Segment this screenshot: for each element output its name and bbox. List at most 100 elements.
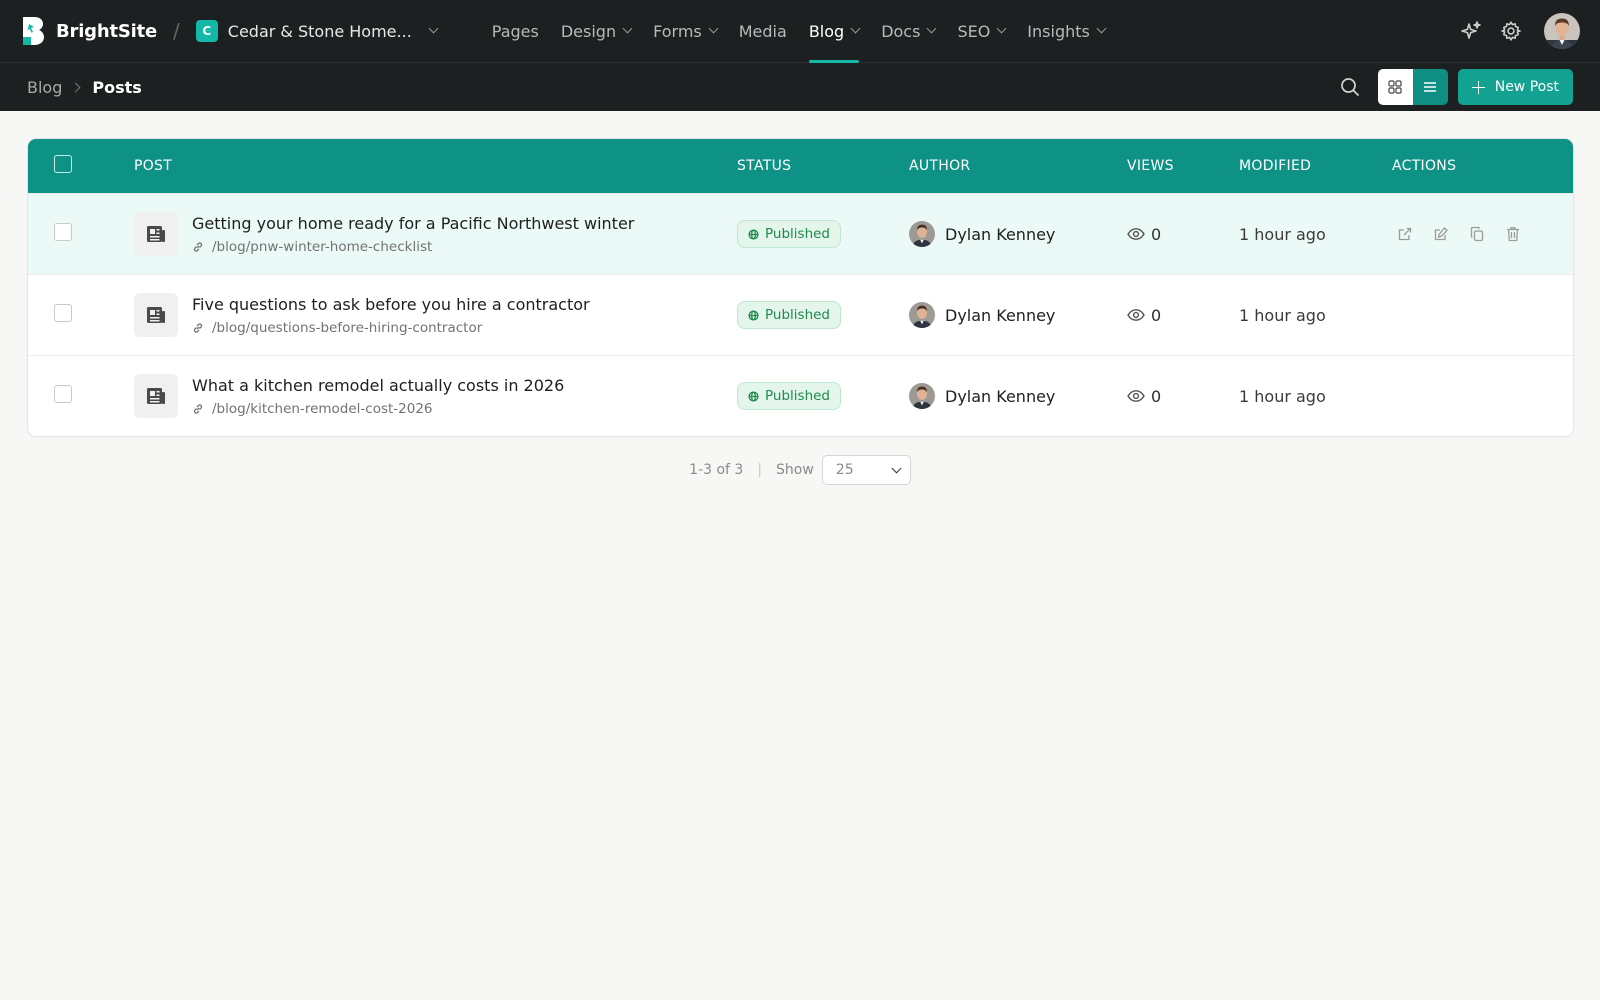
post-slug-text: /blog/questions-before-hiring-contractor bbox=[212, 319, 483, 336]
modified-time: 1 hour ago bbox=[1239, 305, 1326, 325]
nav-forms-label: Forms bbox=[653, 21, 702, 41]
chevron-down-icon bbox=[996, 23, 1007, 33]
list-icon bbox=[1424, 82, 1437, 92]
modified-time: 1 hour ago bbox=[1239, 386, 1326, 406]
header-modified: MODIFIED bbox=[1239, 158, 1312, 174]
post-slug-text: /blog/pnw-winter-home-checklist bbox=[212, 238, 433, 255]
author-name: Dylan Kenney bbox=[945, 224, 1056, 244]
user-avatar[interactable] bbox=[1544, 13, 1580, 49]
newspaper-icon bbox=[147, 226, 165, 242]
post-title[interactable]: What a kitchen remodel actually costs in… bbox=[192, 376, 564, 395]
table-row[interactable]: Getting your home ready for a Pacific No… bbox=[28, 193, 1573, 274]
header-views: VIEWS bbox=[1127, 158, 1174, 174]
posts-table: POST STATUS AUTHOR VIEWS MODIFIED ACTION… bbox=[28, 139, 1573, 436]
nav-design[interactable]: Design bbox=[550, 0, 642, 63]
breadcrumb-blog[interactable]: Blog bbox=[27, 78, 62, 97]
page-title: Posts bbox=[92, 77, 142, 97]
eye-icon bbox=[1127, 309, 1145, 321]
post-thumbnail bbox=[134, 293, 178, 337]
globe-icon bbox=[748, 390, 759, 402]
trash-icon[interactable] bbox=[1504, 225, 1522, 243]
chevron-down-icon bbox=[708, 23, 719, 33]
eye-icon bbox=[1127, 390, 1145, 402]
gear-icon[interactable] bbox=[1500, 20, 1522, 42]
nav-blog-label: Blog bbox=[808, 21, 845, 41]
chevron-down-icon bbox=[622, 23, 633, 33]
grid-icon bbox=[1388, 80, 1402, 94]
row-checkbox[interactable] bbox=[54, 385, 72, 403]
show-label: Show bbox=[776, 462, 814, 478]
chevron-down-icon bbox=[1096, 23, 1107, 33]
select-all-checkbox[interactable] bbox=[54, 155, 72, 173]
views-count: 0 bbox=[1151, 386, 1162, 406]
per-page-select[interactable]: 25 bbox=[821, 455, 911, 485]
modified-time: 1 hour ago bbox=[1239, 224, 1326, 244]
chevron-down-icon bbox=[926, 23, 937, 33]
nav-design-label: Design bbox=[560, 21, 617, 41]
nav-insights-label: Insights bbox=[1027, 21, 1090, 41]
site-name: Cedar & Stone Home... bbox=[227, 21, 412, 41]
post-thumbnail bbox=[134, 212, 178, 256]
post-views: 0 bbox=[1127, 225, 1239, 244]
status-badge: Published bbox=[737, 301, 841, 329]
post-slug-text: /blog/kitchen-remodel-cost-2026 bbox=[212, 400, 433, 417]
brand-name: BrightSite bbox=[56, 20, 158, 42]
post-title[interactable]: Five questions to ask before you hire a … bbox=[192, 295, 590, 314]
nav-blog[interactable]: Blog bbox=[798, 0, 870, 63]
top-right-actions bbox=[1460, 13, 1580, 49]
row-checkbox[interactable] bbox=[54, 304, 72, 322]
post-slug: /blog/questions-before-hiring-contractor bbox=[192, 320, 590, 336]
post-slug: /blog/kitchen-remodel-cost-2026 bbox=[192, 401, 564, 417]
eye-icon bbox=[1127, 228, 1145, 240]
top-navigation-bar: BrightSite / C Cedar & Stone Home... Pag… bbox=[0, 0, 1600, 63]
duplicate-icon[interactable] bbox=[1468, 225, 1486, 243]
brand[interactable]: BrightSite bbox=[20, 15, 157, 47]
ai-sparkle-icon[interactable] bbox=[1460, 20, 1482, 42]
site-switcher[interactable]: C Cedar & Stone Home... bbox=[195, 20, 439, 42]
link-icon bbox=[193, 322, 203, 333]
post-views: 0 bbox=[1127, 306, 1239, 325]
nav-seo[interactable]: SEO bbox=[946, 0, 1016, 63]
nav-media[interactable]: Media bbox=[728, 0, 798, 63]
author-name: Dylan Kenney bbox=[945, 305, 1056, 325]
author-avatar bbox=[909, 302, 935, 328]
post-author: Dylan Kenney bbox=[909, 383, 1127, 409]
list-view-button[interactable] bbox=[1412, 69, 1448, 105]
site-badge: C bbox=[195, 20, 218, 42]
globe-icon bbox=[748, 228, 759, 240]
brightsite-logo-icon bbox=[23, 17, 44, 45]
post-title[interactable]: Getting your home ready for a Pacific No… bbox=[192, 214, 634, 233]
status-badge: Published bbox=[737, 220, 841, 248]
nav-insights[interactable]: Insights bbox=[1016, 0, 1116, 63]
globe-icon bbox=[748, 309, 759, 321]
nav-pages[interactable]: Pages bbox=[481, 0, 550, 63]
row-actions bbox=[1392, 225, 1573, 243]
per-page-value: 25 bbox=[835, 462, 854, 478]
open-external-icon[interactable] bbox=[1396, 225, 1414, 243]
post-views: 0 bbox=[1127, 387, 1239, 406]
edit-icon[interactable] bbox=[1432, 225, 1450, 243]
nav-docs[interactable]: Docs bbox=[870, 0, 946, 63]
post-author: Dylan Kenney bbox=[909, 221, 1127, 247]
nav-docs-label: Docs bbox=[881, 21, 921, 41]
new-post-button[interactable]: New Post bbox=[1457, 69, 1573, 105]
view-toggle bbox=[1377, 69, 1448, 105]
search-icon[interactable] bbox=[1338, 75, 1362, 99]
plus-icon bbox=[1471, 80, 1485, 94]
chevron-down-icon bbox=[891, 463, 902, 473]
page-header-bar: Blog Posts New Post bbox=[0, 63, 1600, 111]
nav-forms[interactable]: Forms bbox=[642, 0, 728, 63]
views-count: 0 bbox=[1151, 224, 1162, 244]
table-row[interactable]: What a kitchen remodel actually costs in… bbox=[28, 355, 1573, 436]
table-row[interactable]: Five questions to ask before you hire a … bbox=[28, 274, 1573, 355]
breadcrumb-chevron-icon bbox=[70, 82, 81, 92]
pagination-separator: | bbox=[757, 462, 763, 478]
newspaper-icon bbox=[147, 388, 165, 404]
author-avatar bbox=[909, 383, 935, 409]
new-post-label: New Post bbox=[1494, 79, 1559, 95]
row-checkbox[interactable] bbox=[54, 223, 72, 241]
grid-view-button[interactable] bbox=[1377, 69, 1413, 105]
views-count: 0 bbox=[1151, 305, 1162, 325]
header-author: AUTHOR bbox=[909, 158, 971, 174]
status-text: Published bbox=[765, 388, 830, 404]
